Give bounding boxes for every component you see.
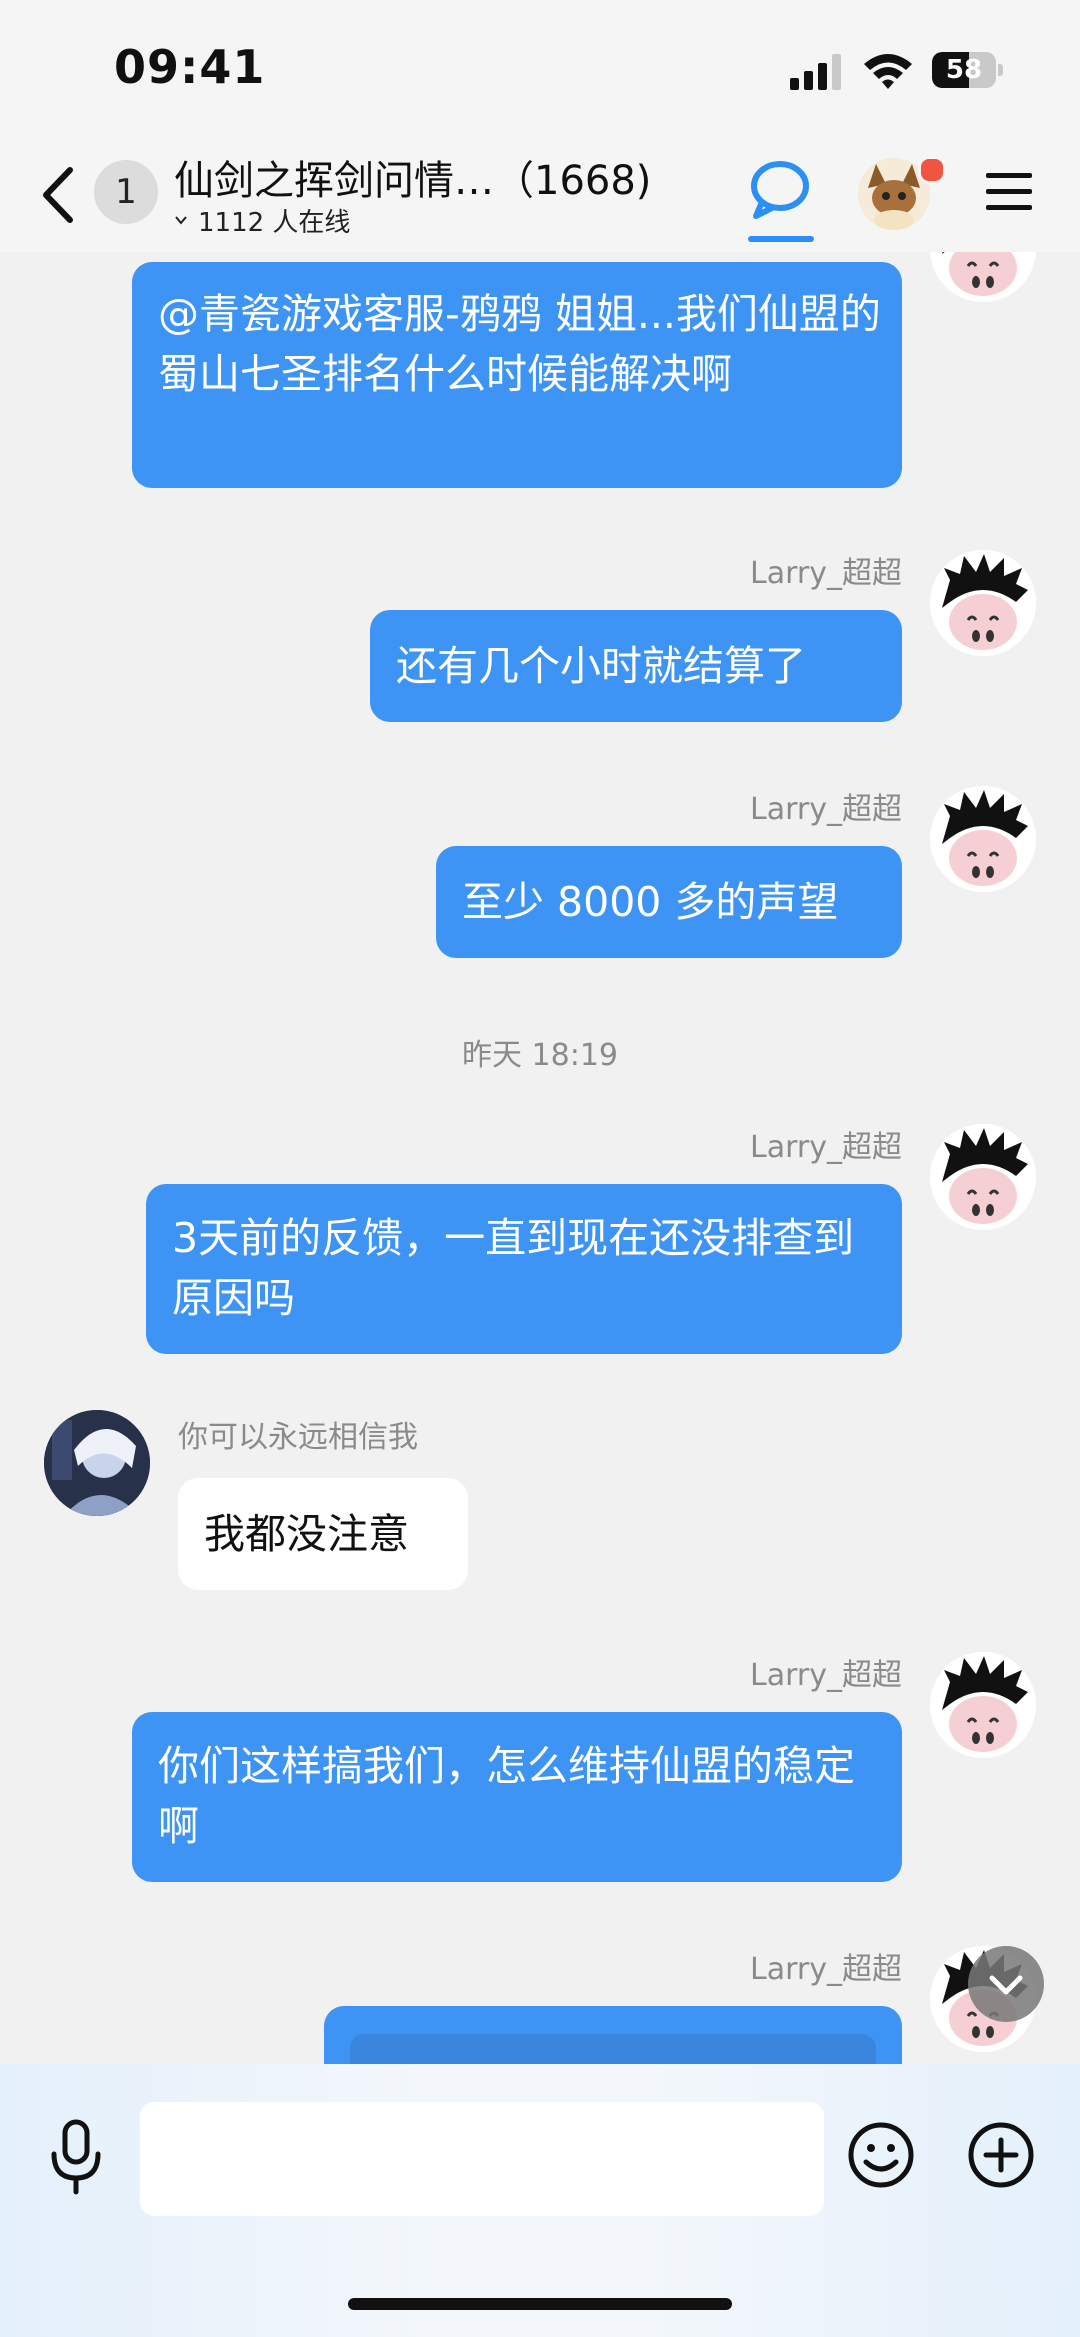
cellular-signal-icon	[790, 54, 841, 90]
chat-bubble-icon[interactable]	[748, 158, 812, 222]
status-time: 09:41	[114, 40, 266, 94]
message-bubble[interactable]: 3天前的反馈，一直到现在还没排查到原因吗	[146, 1184, 902, 1354]
unread-count-badge[interactable]: 1	[94, 160, 158, 224]
avatar[interactable]	[930, 786, 1036, 892]
sender-name: Larry_超超	[750, 1658, 902, 1693]
message-bubble[interactable]: @青瓷游戏客服-鸦鸦 姐姐...我们仙盟的蜀山七圣排名什么时候能解决啊	[132, 262, 902, 488]
chat-tab-indicator	[748, 236, 814, 242]
group-title[interactable]: 仙剑之挥剑问情…（1668)	[174, 148, 651, 206]
input-bar	[0, 2064, 1080, 2337]
menu-icon[interactable]	[984, 170, 1034, 214]
message-bubble[interactable]: 至少 8000 多的声望	[436, 846, 902, 958]
battery-indicator: 58	[932, 52, 1003, 88]
avatar[interactable]	[930, 550, 1036, 656]
avatar[interactable]	[44, 1410, 150, 1516]
wifi-icon	[864, 54, 912, 89]
chevron-down-icon	[989, 1975, 1023, 1995]
online-count[interactable]: 1112 人在线	[174, 202, 350, 239]
battery-level: 58	[945, 55, 983, 85]
message-list[interactable]: @青瓷游戏客服-鸦鸦 姐姐...我们仙盟的蜀山七圣排名什么时候能解决啊 Larr…	[0, 252, 1080, 2064]
avatar[interactable]	[930, 1124, 1036, 1230]
emoji-icon[interactable]	[846, 2120, 916, 2190]
avatar[interactable]	[930, 1652, 1036, 1758]
message-bubble[interactable]: 还有几个小时就结算了	[370, 610, 902, 722]
chevron-down-icon	[175, 216, 187, 225]
home-indicator[interactable]	[348, 2298, 732, 2310]
avatar[interactable]	[930, 252, 1036, 302]
message-bubble[interactable]: 我都没注意	[178, 1478, 468, 1590]
anime-avatar-icon	[44, 1410, 150, 1516]
sender-name: 你可以永远相信我	[178, 1420, 418, 1455]
sender-name: Larry_超超	[750, 792, 902, 827]
microphone-icon[interactable]	[46, 2116, 106, 2196]
online-count-text: 1112 人在线	[198, 208, 351, 238]
sender-name: Larry_超超	[750, 1952, 902, 1987]
back-icon[interactable]	[36, 160, 84, 230]
status-bar: 09:41 58	[0, 0, 1080, 140]
message-bubble[interactable]: 你们这样搞我们，怎么维持仙盟的稳定啊	[132, 1712, 902, 1882]
sender-name: Larry_超超	[750, 556, 902, 591]
timestamp: 昨天 18:19	[462, 1038, 618, 1073]
message-bubble[interactable]	[324, 2006, 902, 2064]
plus-icon[interactable]	[966, 2120, 1036, 2190]
notification-dot	[918, 156, 946, 184]
scroll-to-bottom-button[interactable]	[968, 1946, 1044, 2022]
message-input[interactable]	[140, 2102, 824, 2216]
sender-name: Larry_超超	[750, 1130, 902, 1165]
quoted-reply	[350, 2034, 876, 2064]
chat-header: 1 仙剑之挥剑问情…（1668) 1112 人在线	[0, 140, 1080, 252]
